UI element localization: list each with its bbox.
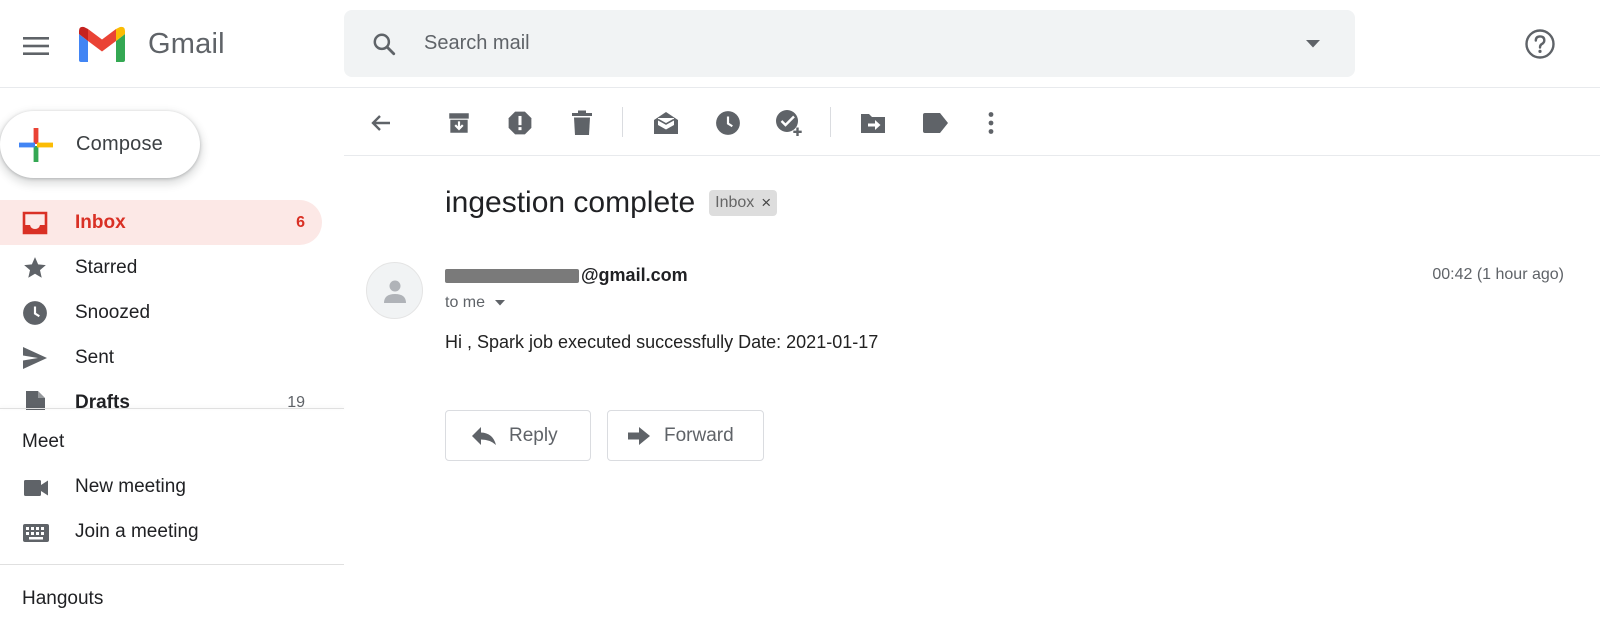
- toolbar-divider: [622, 107, 623, 137]
- move-to-button[interactable]: [851, 101, 895, 145]
- snooze-button[interactable]: [706, 101, 750, 145]
- search-input[interactable]: [424, 23, 1293, 64]
- archive-icon: [449, 113, 469, 133]
- caret-down-icon: [1306, 39, 1320, 47]
- unread-count: 6: [296, 213, 305, 231]
- labels-button[interactable]: [913, 101, 957, 145]
- message-timestamp: 00:42 (1 hour ago): [1432, 266, 1564, 283]
- trash-icon: [572, 110, 592, 135]
- sidebar-item-label: Sent: [75, 346, 115, 368]
- add-to-tasks-button[interactable]: [767, 101, 811, 145]
- top-header: Gmail: [0, 0, 1600, 88]
- remove-label-icon[interactable]: ×: [761, 193, 771, 213]
- sidebar-item-label: New meeting: [75, 476, 186, 497]
- sidebar-item-label: Starred: [75, 256, 138, 278]
- sidebar-item-label: Snoozed: [75, 301, 151, 323]
- forward-label: Forward: [664, 424, 734, 446]
- inbox-icon: [22, 210, 48, 236]
- sidebar-item-sent[interactable]: Sent: [0, 335, 322, 380]
- main-menu-button[interactable]: [14, 24, 58, 68]
- label-chip-text: Inbox: [715, 194, 755, 211]
- forward-icon: [628, 426, 650, 445]
- keyboard-icon: [22, 520, 50, 546]
- message-body: Hi , Spark job executed successfully Dat…: [445, 332, 879, 352]
- message-subject: ingestion complete: [445, 186, 696, 219]
- sidebar-item-join-meeting[interactable]: Join a meeting: [0, 510, 322, 555]
- redacted-text: [445, 268, 579, 283]
- clock-icon: [716, 111, 740, 135]
- reply-icon: [472, 426, 496, 445]
- section-divider: [0, 564, 344, 565]
- reply-label: Reply: [509, 424, 558, 446]
- meet-section-title: Meet: [22, 431, 65, 452]
- delete-button[interactable]: [560, 101, 604, 145]
- add-task-icon: [776, 110, 802, 136]
- sender-avatar[interactable]: [366, 262, 423, 319]
- sidebar-item-drafts[interactable]: Drafts 19: [0, 380, 322, 410]
- inbox-label-chip[interactable]: Inbox ×: [709, 190, 778, 216]
- recipient-label: to me: [445, 294, 486, 311]
- report-spam-icon: [508, 111, 532, 135]
- sidebar-item-starred[interactable]: Starred: [0, 245, 322, 290]
- star-icon: [22, 255, 48, 281]
- hamburger-menu-icon: [23, 37, 49, 55]
- help-icon: [1525, 29, 1555, 59]
- search-button[interactable]: [362, 22, 406, 66]
- help-button[interactable]: [1518, 22, 1562, 66]
- compose-plus-icon: [19, 127, 53, 162]
- gmail-logo[interactable]: Gmail: [76, 24, 225, 64]
- video-camera-icon: [22, 475, 50, 501]
- arrow-back-icon: [371, 115, 390, 131]
- sender-domain: @gmail.com: [581, 265, 688, 285]
- sidebar-item-inbox[interactable]: Inbox 6: [0, 200, 322, 245]
- sidebar-item-new-meeting[interactable]: New meeting: [0, 465, 322, 510]
- draft-icon: [22, 390, 48, 410]
- mark-unread-icon: [654, 112, 678, 134]
- gmail-wordmark: Gmail: [148, 27, 225, 60]
- mailbox-nav: Inbox 6 Starred Snoozed Sent Drafts 19: [0, 200, 344, 410]
- caret-down-icon: [495, 300, 506, 306]
- sidebar-item-label: Inbox: [75, 211, 126, 233]
- sidebar-item-label: Join a meeting: [75, 521, 199, 542]
- section-divider: [0, 408, 344, 409]
- send-icon: [22, 345, 48, 371]
- mark-unread-button[interactable]: [644, 101, 688, 145]
- move-to-folder-icon: [861, 114, 885, 133]
- more-vertical-icon: [988, 112, 994, 134]
- person-icon: [383, 280, 406, 303]
- report-spam-button[interactable]: [498, 101, 542, 145]
- toolbar-divider: [830, 107, 831, 137]
- recipient-details-toggle[interactable]: to me: [445, 294, 506, 312]
- search-options-button[interactable]: [1293, 24, 1333, 64]
- compose-button[interactable]: Compose: [0, 111, 200, 178]
- forward-button[interactable]: Forward: [607, 410, 764, 461]
- hangouts-section-title: Hangouts: [22, 588, 104, 609]
- archive-button[interactable]: [437, 101, 481, 145]
- compose-label: Compose: [76, 133, 163, 155]
- search-bar: [344, 10, 1355, 77]
- gmail-m-icon: [79, 26, 125, 62]
- more-options-button[interactable]: [969, 101, 1013, 145]
- message-subject-row: ingestion complete Inbox ×: [445, 186, 778, 220]
- sidebar-item-snoozed[interactable]: Snoozed: [0, 290, 322, 335]
- back-button[interactable]: [359, 101, 403, 145]
- search-icon: [373, 33, 396, 55]
- label-icon: [923, 113, 948, 133]
- sender-address[interactable]: @gmail.com: [445, 265, 688, 286]
- reply-button[interactable]: Reply: [445, 410, 591, 461]
- message-toolbar: [344, 89, 1600, 156]
- clock-icon: [22, 300, 48, 326]
